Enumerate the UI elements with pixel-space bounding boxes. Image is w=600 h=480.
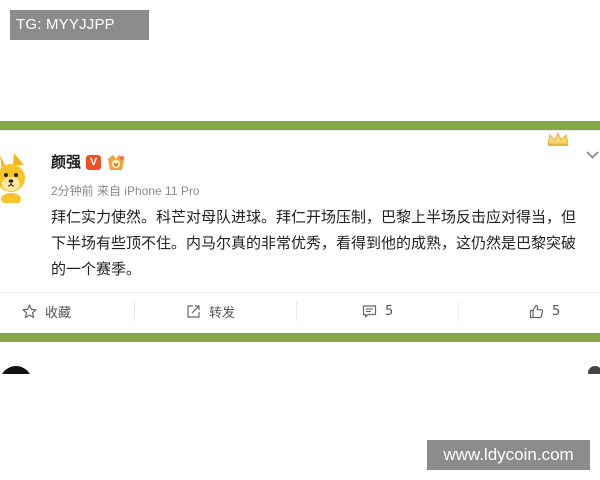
post-content: 拜仁实力使然。科芒对母队进球。拜仁开场压制，巴黎上半场反击应对得当，但 下半场有… [51, 204, 596, 282]
action-separator [458, 302, 459, 321]
action-separator [134, 302, 135, 321]
favorite-label: 收藏 [45, 305, 72, 321]
card-top-border [0, 130, 600, 131]
vip-medal-icon [108, 155, 124, 170]
post-content-line: 拜仁实力使然。科芒对母队进球。拜仁开场压制，巴黎上半场反击应对得当，但 [51, 208, 577, 226]
feed-separator-band-top [0, 121, 600, 130]
comment-button[interactable]: 5 [362, 293, 393, 329]
comment-icon [362, 304, 377, 318]
cartoon-dog-avatar-icon [0, 151, 29, 203]
telegram-handle-overlay: TG: MYYJJPP [10, 10, 149, 40]
post-action-bar: 收藏 转发 5 5 [0, 293, 600, 331]
favorite-button[interactable]: 收藏 [22, 293, 71, 329]
post-content-line: 的一个赛季。 [51, 260, 142, 278]
like-button[interactable]: 5 [529, 293, 560, 329]
post-meta: 2分钟前 来自 iPhone 11 Pro [51, 184, 200, 198]
next-post-avatar[interactable] [0, 366, 32, 374]
chevron-down-icon[interactable] [585, 149, 600, 161]
feed-separator-band-bottom [0, 333, 600, 342]
share-button[interactable]: 转发 [186, 293, 235, 329]
site-watermark: www.ldycoin.com [427, 440, 590, 470]
action-separator [296, 302, 297, 321]
comment-count: 5 [385, 303, 394, 319]
verified-badge: V [86, 155, 101, 170]
post-content-line: 下半场有些顶不住。内马尔真的非常优秀，看得到他的成熟，这仍然是巴黎突破 [51, 234, 577, 252]
star-icon [22, 303, 37, 318]
thumbs-up-icon [529, 304, 544, 318]
next-post-edge [588, 366, 600, 374]
crown-decoration-icon [547, 131, 569, 146]
post-author-name[interactable]: 颜强 [51, 152, 81, 172]
like-count: 5 [552, 303, 561, 319]
avatar[interactable] [0, 151, 29, 203]
share-icon [187, 304, 200, 318]
share-label: 转发 [209, 305, 236, 321]
